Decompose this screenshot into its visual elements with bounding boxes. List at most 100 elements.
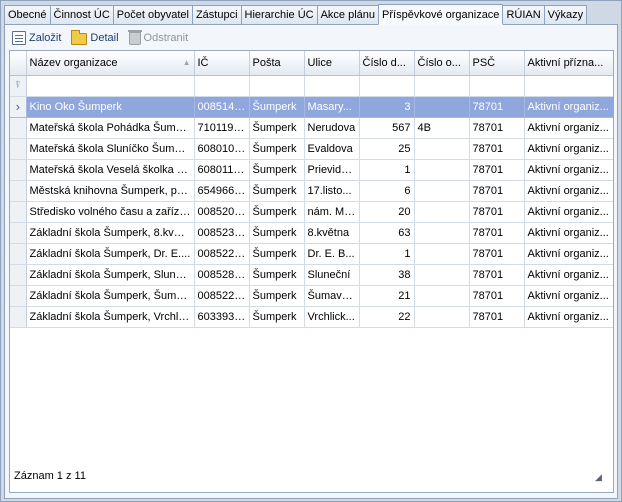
sort-ascending-icon: ▲: [182, 57, 191, 67]
filter-row-indicator: ⍒: [10, 75, 27, 97]
row-indicator[interactable]: [10, 243, 27, 265]
tab-0[interactable]: Obecné: [4, 5, 51, 24]
column-header-7[interactable]: Aktivní přízna...: [524, 51, 613, 76]
row-indicator[interactable]: ›: [10, 96, 27, 118]
row-indicator[interactable]: [10, 201, 27, 223]
table-cell: Aktivní organiz...: [524, 201, 613, 223]
table-cell: 00852082: [194, 201, 250, 223]
table-cell: nám. Míru: [304, 201, 360, 223]
table-cell: Šumperk: [249, 306, 305, 328]
row-indicator[interactable]: [10, 138, 27, 160]
table-cell: Aktivní organiz...: [524, 243, 613, 265]
table-row[interactable]: › Kino Oko Šumperk 00851400 Šumperk Masary..…: [10, 96, 613, 118]
table-cell: 78701: [469, 96, 525, 118]
filter-cell-5[interactable]: [414, 75, 470, 97]
table-cell: Šumperk: [249, 201, 305, 223]
table-row[interactable]: Mateřská škola Pohádka Šumpe... 71011994 Š…: [10, 117, 613, 139]
table-row[interactable]: Mateřská škola Veselá školka Š... 6080110…: [10, 159, 613, 181]
tab-8[interactable]: Výkazy: [543, 5, 588, 24]
table-cell: 1: [359, 243, 415, 265]
table-row[interactable]: Středisko volného času a zaříze... 008520…: [10, 201, 613, 223]
column-header-3[interactable]: Ulice: [304, 51, 360, 76]
filter-cell-1[interactable]: [194, 75, 250, 97]
table-cell: 6: [359, 180, 415, 202]
row-indicator[interactable]: [10, 285, 27, 307]
table-cell: 60801107: [194, 159, 250, 181]
table-row[interactable]: Městská knihovna Šumperk, pří... 65496604…: [10, 180, 613, 202]
table-cell: 00851400: [194, 96, 250, 118]
column-header-1[interactable]: IČ: [194, 51, 250, 76]
table-row[interactable]: Mateřská škola Sluníčko Šumpe... 60801085…: [10, 138, 613, 160]
trash-icon: [127, 29, 142, 45]
table-cell: Aktivní organiz...: [524, 306, 613, 328]
row-pointer-icon: ›: [15, 99, 20, 114]
table-row[interactable]: Základní škola Šumperk, 8.květ... 0085231…: [10, 222, 613, 244]
column-header-label: Číslo o...: [417, 56, 461, 69]
table-row[interactable]: Základní škola Šumperk, Dr. E.... 0085229…: [10, 243, 613, 265]
table-cell: 567: [359, 117, 415, 139]
tab-3[interactable]: Zástupci: [191, 5, 242, 24]
table-cell: 78701: [469, 264, 525, 286]
column-header-6[interactable]: PSČ: [469, 51, 525, 76]
table-cell: 00852287: [194, 285, 250, 307]
row-indicator[interactable]: [10, 222, 27, 244]
filter-cell-0[interactable]: [26, 75, 195, 97]
table-cell: 71011994: [194, 117, 250, 139]
table-cell: Prievidz...: [304, 159, 360, 181]
row-indicator[interactable]: [10, 117, 27, 139]
table-cell: 78701: [469, 138, 525, 160]
tab-1[interactable]: Činnost ÚC: [49, 5, 114, 24]
toolbar: Založit Detail Odstranit: [9, 28, 191, 48]
filter-cell-4[interactable]: [359, 75, 415, 97]
table-cell: Základní škola Šumperk, Dr. E....: [26, 243, 195, 265]
table-cell: Šumperk: [249, 243, 305, 265]
tab-6[interactable]: Příspěvkové organizace: [378, 4, 504, 25]
table-cell: Aktivní organiz...: [524, 96, 613, 118]
filter-icon[interactable]: ⍒: [15, 80, 21, 91]
table-cell: 78701: [469, 285, 525, 307]
table-row[interactable]: Základní škola Šumperk, Šumav... 00852287…: [10, 285, 613, 307]
tab-4[interactable]: Hierarchie ÚC: [240, 5, 318, 24]
table-cell: Šumperk: [249, 138, 305, 160]
tab-2[interactable]: Počet obyvatel: [112, 5, 193, 24]
delete-button-label: Odstranit: [143, 32, 189, 44]
row-indicator[interactable]: [10, 306, 27, 328]
filter-cell-2[interactable]: [249, 75, 305, 97]
row-indicator[interactable]: [10, 264, 27, 286]
table-cell: Aktivní organiz...: [524, 180, 613, 202]
column-header-5[interactable]: Číslo o...: [414, 51, 470, 76]
column-header-0[interactable]: Název organizace ▲: [26, 51, 195, 76]
column-header-label: PSČ: [472, 56, 496, 69]
table-cell: 78701: [469, 180, 525, 202]
resize-grip-icon[interactable]: ◢: [595, 472, 605, 482]
tab-5[interactable]: Akce plánu: [316, 5, 380, 24]
table-cell: 38: [359, 264, 415, 286]
column-header-label: Aktivní přízna...: [527, 56, 604, 69]
table-cell: [414, 159, 470, 181]
new-document-icon: [12, 31, 26, 45]
create-button[interactable]: Založit: [9, 29, 64, 47]
table-cell: Šumperk: [249, 264, 305, 286]
table-cell: Mateřská škola Pohádka Šumpe...: [26, 117, 195, 139]
filter-cell-7[interactable]: [524, 75, 613, 97]
column-header-4[interactable]: Číslo d...: [359, 51, 415, 76]
column-header-2[interactable]: Pošta: [249, 51, 305, 76]
delete-button[interactable]: Odstranit: [126, 29, 192, 47]
table-cell: Šumperk: [249, 180, 305, 202]
table-cell: 1: [359, 159, 415, 181]
detail-button[interactable]: Detail: [68, 29, 121, 47]
table-cell: Základní škola Šumperk, Vrchlic...: [26, 306, 195, 328]
row-indicator[interactable]: [10, 180, 27, 202]
table-cell: Šumavská: [304, 285, 360, 307]
column-header-label: IČ: [197, 56, 209, 69]
table-row[interactable]: Základní škola Šumperk, Vrchlic... 603393…: [10, 306, 613, 328]
filter-cell-6[interactable]: [469, 75, 525, 97]
table-cell: [414, 138, 470, 160]
table-cell: Nerudova: [304, 117, 360, 139]
row-indicator[interactable]: [10, 159, 27, 181]
table-row[interactable]: Základní škola Šumperk, Sluneč... 0085286…: [10, 264, 613, 286]
organizations-table: Název organizace ▲ IČ Pošta Ulice Číslo d... Č…: [10, 51, 613, 328]
table-cell: Základní škola Šumperk, 8.květ...: [26, 222, 195, 244]
filter-cell-3[interactable]: [304, 75, 360, 97]
tab-7[interactable]: RÚIAN: [502, 5, 545, 24]
